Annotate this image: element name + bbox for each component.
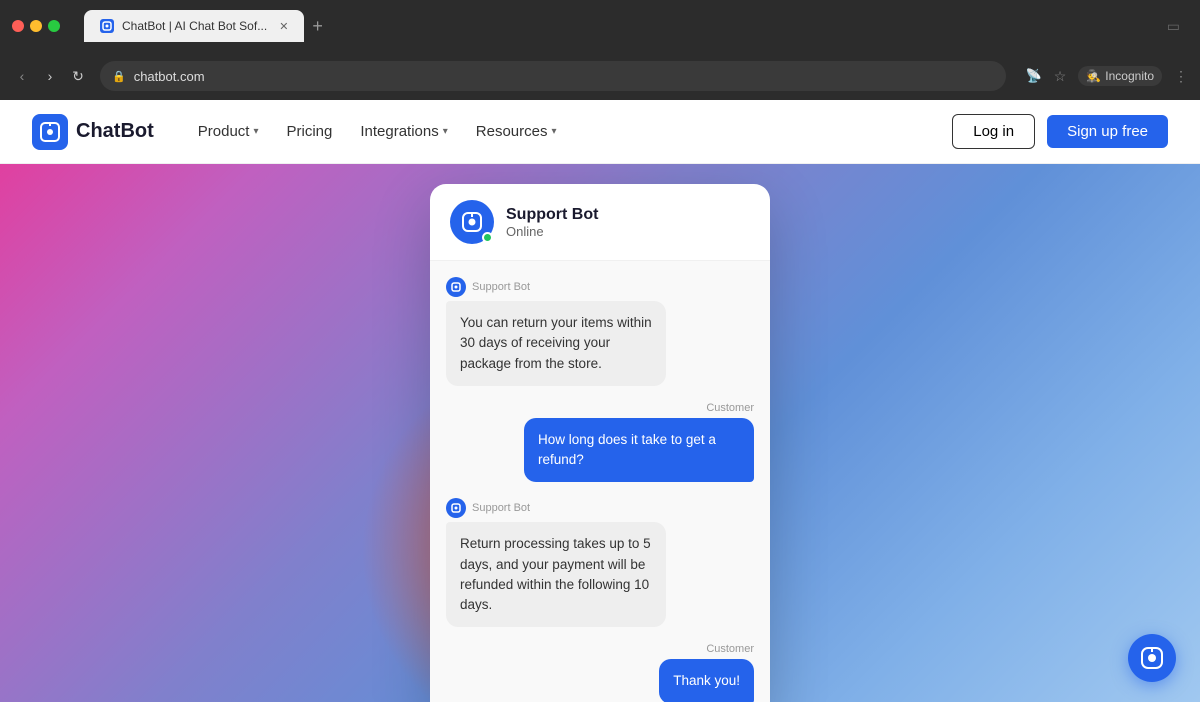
message-group-customer-2: Customer Thank you! (446, 643, 754, 702)
bot-sender-label-1: Support Bot (446, 277, 754, 297)
page-content: ChatBot Product ▾ Pricing Integrations ▾… (0, 100, 1200, 702)
title-bar: ChatBot | AI Chat Bot Sof... ✕ + ▭ (0, 0, 1200, 52)
nav-menu: Product ▾ Pricing Integrations ▾ Resourc… (186, 115, 952, 148)
signup-button[interactable]: Sign up free (1047, 115, 1168, 148)
traffic-light-red[interactable] (12, 20, 24, 32)
bot-name: Support Bot (506, 206, 598, 224)
floating-chat-button[interactable] (1128, 634, 1176, 682)
logo-text: ChatBot (76, 120, 154, 143)
bot-status: Online (506, 224, 598, 239)
customer-message-1: How long does it take to get a refund? (524, 418, 754, 483)
message-group-customer-1: Customer How long does it take to get a … (446, 402, 754, 483)
chat-messages: Support Bot You can return your items wi… (430, 261, 770, 702)
tab-favicon (100, 19, 114, 33)
window-controls: ▭ (1167, 18, 1188, 35)
bot-label-1: Support Bot (472, 281, 530, 293)
tab-close-button[interactable]: ✕ (279, 20, 288, 33)
tab-bar: ChatBot | AI Chat Bot Sof... ✕ + (84, 10, 1159, 42)
incognito-label: Incognito (1105, 69, 1154, 83)
nav-buttons: ‹ › ↻ (12, 68, 88, 85)
bot-message-1: You can return your items within 30 days… (446, 301, 666, 386)
logo-icon (32, 114, 68, 150)
nav-integrations-label: Integrations (360, 123, 438, 140)
logo[interactable]: ChatBot (32, 114, 154, 150)
incognito-badge: 🕵 Incognito (1078, 66, 1162, 86)
bot-small-icon-1 (446, 277, 466, 297)
integrations-chevron-icon: ▾ (443, 126, 448, 137)
traffic-light-green[interactable] (48, 20, 60, 32)
url-bar[interactable]: 🔒 chatbot.com (100, 61, 1006, 91)
resources-chevron-icon: ▾ (551, 126, 556, 137)
bookmark-icon[interactable]: ☆ (1054, 68, 1067, 85)
customer-label-2: Customer (706, 643, 754, 655)
bot-info: Support Bot Online (506, 206, 598, 239)
bot-sender-label-2: Support Bot (446, 498, 754, 518)
online-dot (482, 232, 493, 243)
nav-item-product[interactable]: Product ▾ (186, 115, 271, 148)
forward-button[interactable]: › (40, 68, 60, 84)
reload-button[interactable]: ↻ (68, 68, 88, 85)
security-icon: 🔒 (112, 70, 126, 83)
traffic-lights (12, 20, 60, 32)
nav-resources-label: Resources (476, 123, 548, 140)
login-button[interactable]: Log in (952, 114, 1035, 149)
bot-message-2: Return processing takes up to 5 days, an… (446, 522, 666, 627)
message-group-bot-2: Support Bot Return processing takes up t… (446, 498, 754, 627)
bot-avatar (450, 200, 494, 244)
nav-item-integrations[interactable]: Integrations ▾ (348, 115, 459, 148)
traffic-light-yellow[interactable] (30, 20, 42, 32)
back-button[interactable]: ‹ (12, 68, 32, 84)
bot-label-2: Support Bot (472, 502, 530, 514)
nav-product-label: Product (198, 123, 250, 140)
new-tab-button[interactable]: + (312, 16, 323, 37)
cast-icon[interactable]: 📡 (1026, 68, 1042, 84)
address-bar: ‹ › ↻ 🔒 chatbot.com 📡 ☆ 🕵 Incognito ⋮ (0, 52, 1200, 100)
navigation: ChatBot Product ▾ Pricing Integrations ▾… (0, 100, 1200, 164)
customer-label-row-1: Customer (706, 402, 754, 414)
customer-label-1: Customer (706, 402, 754, 414)
bot-small-icon-2 (446, 498, 466, 518)
active-tab[interactable]: ChatBot | AI Chat Bot Sof... ✕ (84, 10, 304, 42)
nav-actions: Log in Sign up free (952, 114, 1168, 149)
product-chevron-icon: ▾ (253, 126, 258, 137)
nav-item-pricing[interactable]: Pricing (275, 115, 345, 148)
minimize-icon: ▭ (1167, 18, 1180, 34)
nav-pricing-label: Pricing (287, 123, 333, 140)
url-text: chatbot.com (134, 69, 205, 84)
customer-message-2: Thank you! (659, 659, 754, 702)
chat-header: Support Bot Online (430, 184, 770, 261)
browser-chrome: ChatBot | AI Chat Bot Sof... ✕ + ▭ ‹ › ↻… (0, 0, 1200, 100)
nav-item-resources[interactable]: Resources ▾ (464, 115, 569, 148)
browser-actions: 📡 ☆ 🕵 Incognito ⋮ (1026, 66, 1188, 86)
chat-widget: Support Bot Online Support Bot (430, 184, 770, 702)
message-group-bot-1: Support Bot You can return your items wi… (446, 277, 754, 386)
hero-section: Support Bot Online Support Bot (0, 164, 1200, 702)
more-options-icon[interactable]: ⋮ (1174, 68, 1188, 85)
tab-title: ChatBot | AI Chat Bot Sof... (122, 19, 267, 33)
customer-label-row-2: Customer (706, 643, 754, 655)
